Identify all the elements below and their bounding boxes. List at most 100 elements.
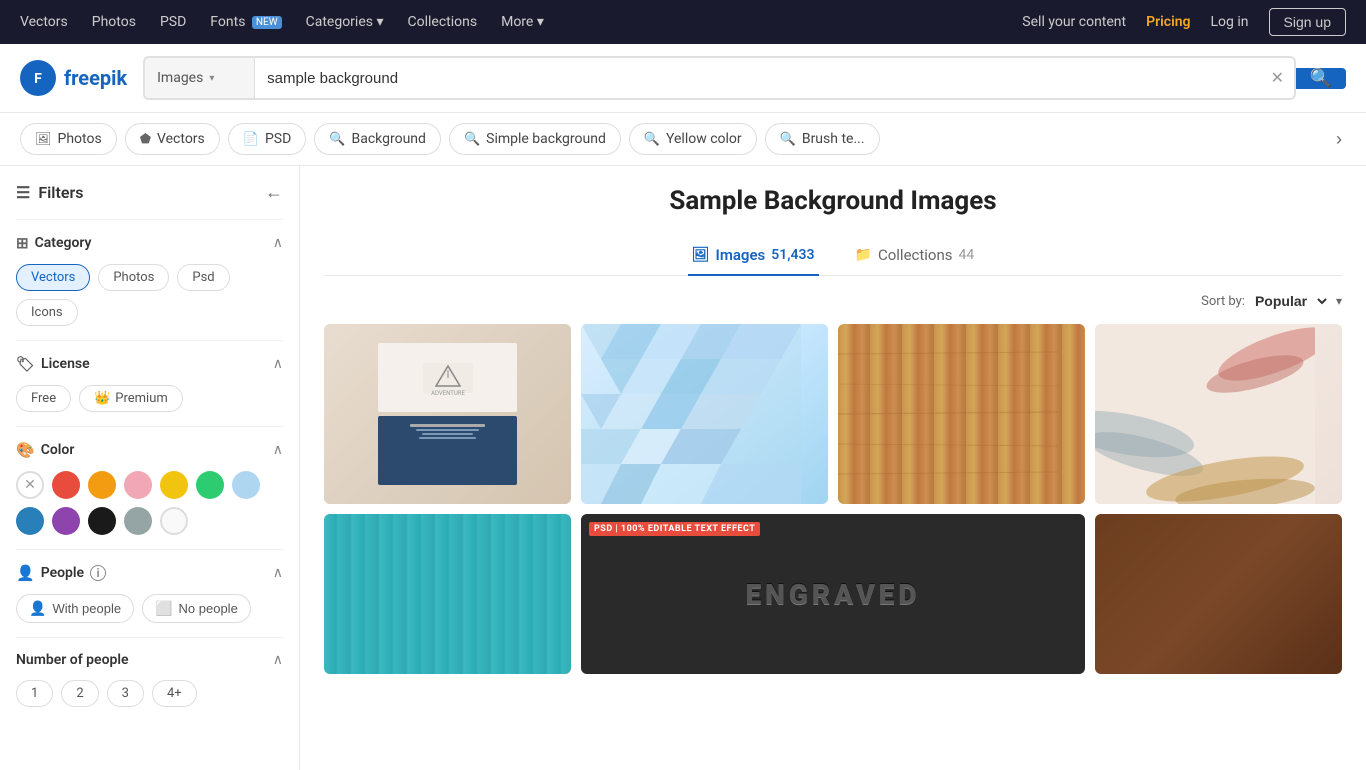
no-people-button[interactable]: ⬜ No people (142, 594, 251, 623)
nav-collections[interactable]: Collections (408, 14, 478, 30)
with-people-button[interactable]: 👤 With people (16, 594, 134, 623)
search-button[interactable]: 🔍 (1296, 68, 1346, 89)
search-input[interactable] (255, 58, 1260, 98)
image-card-business[interactable]: ADVENTURE (324, 324, 571, 504)
people-info-icon[interactable]: i (90, 565, 106, 581)
number-people-toggle[interactable]: ∧ (273, 652, 283, 668)
chip-vectors-icon: ⬟ (140, 132, 151, 147)
filter-chips-row: 🖼 Photos ⬟ Vectors 📄 PSD 🔍 Background 🔍 … (0, 113, 1366, 166)
with-people-label: With people (52, 601, 121, 616)
tag-photos[interactable]: Photos (98, 264, 169, 291)
sort-select[interactable]: Popular Recent Relevant (1251, 292, 1330, 310)
image-card-brush[interactable] (1095, 324, 1342, 504)
search-clear-button[interactable]: ✕ (1261, 58, 1294, 98)
chip-brush[interactable]: 🔍 Brush te... (765, 123, 880, 155)
chip-vectors[interactable]: ⬟ Vectors (125, 123, 220, 155)
chips-next-button[interactable]: › (1332, 129, 1346, 150)
color-purple[interactable] (52, 507, 80, 535)
tag-premium[interactable]: 👑 Premium (79, 385, 183, 412)
people-section-header[interactable]: 👤 People i ∧ (16, 564, 283, 582)
image-card-wood[interactable] (838, 324, 1085, 504)
category-toggle[interactable]: ∧ (273, 235, 283, 251)
tag-3-people[interactable]: 3 (107, 680, 144, 707)
categories-chevron: ▾ (376, 14, 383, 30)
sell-content-link[interactable]: Sell your content (1022, 14, 1126, 30)
people-toggle[interactable]: ∧ (273, 565, 283, 581)
image-card-engraved[interactable]: PSD | 100% EDITABLE TEXT EFFECT ENGRAVED (581, 514, 1085, 674)
color-yellow[interactable] (160, 471, 188, 499)
color-blue[interactable] (16, 507, 44, 535)
filter-section-license: 🏷 License ∧ Free 👑 Premium (16, 340, 283, 426)
collapse-sidebar-button[interactable]: ← (265, 182, 283, 203)
images-tab-icon: 🖼 (692, 247, 710, 263)
color-black[interactable] (88, 507, 116, 535)
image-card-teal[interactable] (324, 514, 571, 674)
result-tabs: 🖼 Images 51,433 📁 Collections 44 (324, 236, 1342, 276)
color-red[interactable] (52, 471, 80, 499)
nav-more[interactable]: More ▾ (501, 14, 544, 30)
logo[interactable]: F freepik (20, 60, 127, 96)
chip-photos[interactable]: 🖼 Photos (20, 123, 117, 155)
tag-free[interactable]: Free (16, 385, 71, 412)
license-toggle[interactable]: ∧ (273, 356, 283, 372)
tag-icons[interactable]: Icons (16, 299, 78, 326)
filter-section-color: 🎨 Color ∧ ✕ (16, 426, 283, 549)
category-section-title: ⊞ Category (16, 234, 92, 252)
collections-tab-label: Collections (878, 246, 953, 264)
images-count: 51,433 (771, 247, 814, 263)
color-light-blue[interactable] (232, 471, 260, 499)
chip-simple-bg-icon: 🔍 (464, 132, 480, 147)
chip-brush-label: Brush te... (802, 131, 865, 147)
collections-count: 44 (959, 247, 975, 263)
color-icon: 🎨 (16, 441, 35, 459)
tag-4plus-people[interactable]: 4+ (152, 680, 197, 707)
chip-background[interactable]: 🔍 Background (314, 123, 441, 155)
chip-photos-label: Photos (58, 131, 102, 147)
chip-psd[interactable]: 📄 PSD (228, 123, 307, 155)
no-people-icon: ⬜ (155, 600, 172, 617)
signup-button[interactable]: Sign up (1269, 8, 1346, 36)
search-type-dropdown[interactable]: Images ▾ (145, 58, 255, 98)
with-people-icon: 👤 (29, 600, 46, 617)
tag-vectors[interactable]: Vectors (16, 264, 90, 291)
chip-vectors-label: Vectors (157, 131, 205, 147)
category-section-header[interactable]: ⊞ Category ∧ (16, 234, 283, 252)
color-green[interactable] (196, 471, 224, 499)
color-section-header[interactable]: 🎨 Color ∧ (16, 441, 283, 459)
color-toggle[interactable]: ∧ (273, 442, 283, 458)
image-card-polygon[interactable] (581, 324, 828, 504)
tab-collections[interactable]: 📁 Collections 44 (851, 236, 979, 276)
login-link[interactable]: Log in (1211, 14, 1249, 30)
image-card-brown[interactable] (1095, 514, 1342, 674)
nav-fonts[interactable]: Fonts NEW (210, 14, 281, 30)
color-pink[interactable] (124, 471, 152, 499)
logo-text: freepik (64, 66, 127, 90)
chip-simple-bg[interactable]: 🔍 Simple background (449, 123, 621, 155)
tag-2-people[interactable]: 2 (61, 680, 98, 707)
collections-tab-icon: 📁 (855, 247, 872, 263)
images-tab-label: Images (716, 246, 766, 264)
nav-psd[interactable]: PSD (160, 14, 186, 30)
search-type-label: Images (157, 70, 203, 86)
tab-images[interactable]: 🖼 Images 51,433 (688, 236, 819, 276)
svg-text:F: F (34, 71, 42, 87)
color-gray[interactable] (124, 507, 152, 535)
chip-background-label: Background (352, 131, 426, 147)
nav-vectors[interactable]: Vectors (20, 14, 68, 30)
collapse-icon: ← (265, 182, 283, 203)
number-people-section-header[interactable]: Number of people ∧ (16, 652, 283, 668)
nav-photos[interactable]: Photos (92, 14, 136, 30)
tag-psd[interactable]: Psd (177, 264, 229, 291)
chip-yellow[interactable]: 🔍 Yellow color (629, 123, 757, 155)
color-white[interactable] (160, 507, 188, 535)
pricing-link[interactable]: Pricing (1146, 14, 1190, 30)
license-section-header[interactable]: 🏷 License ∧ (16, 355, 283, 373)
nav-categories[interactable]: Categories ▾ (306, 14, 384, 30)
number-people-title: Number of people (16, 652, 129, 668)
license-icon: 🏷 (16, 355, 35, 373)
search-type-chevron: ▾ (209, 73, 214, 84)
tag-1-person[interactable]: 1 (16, 680, 53, 707)
category-icon: ⊞ (16, 234, 29, 252)
color-orange[interactable] (88, 471, 116, 499)
color-clear[interactable]: ✕ (16, 471, 44, 499)
